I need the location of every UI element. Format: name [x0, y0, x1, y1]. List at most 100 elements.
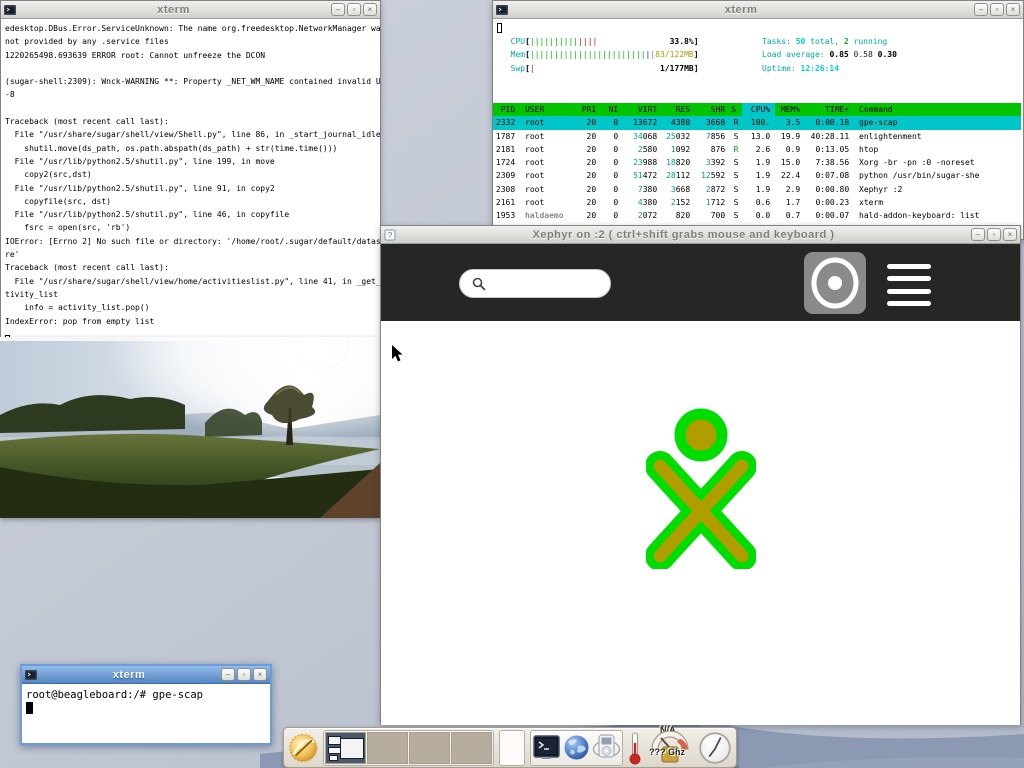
htop-cell: 1787	[493, 130, 520, 143]
htop-cell: haldaemo	[520, 209, 577, 222]
htop-cell: 18820	[662, 156, 695, 169]
htop-cell: R	[730, 116, 742, 129]
cpufreq-gadget[interactable]: ??? Ghz	[647, 731, 693, 765]
htop-cell: S	[730, 130, 742, 143]
htop-screen[interactable]: CPU[|||||||||||||| 33.8%] Mem[||||||||||…	[493, 19, 1023, 238]
maximize-button[interactable]: ▫	[347, 3, 361, 16]
close-button[interactable]: ×	[1006, 3, 1020, 16]
htop-cell: 7:38.56	[805, 156, 854, 169]
htop-cell: 3.5	[775, 116, 805, 129]
temperature-gadget[interactable]: N/A	[628, 731, 642, 765]
minimize-button[interactable]: –	[974, 3, 988, 16]
pager-desktop-3[interactable]	[409, 732, 450, 764]
terminal-output-log[interactable]: edesktop.DBus.Error.ServiceUnknown: The …	[1, 19, 380, 337]
htop-process-row[interactable]: 2308 root20 0 7380 3668 2872 S1.9 2.9 0:…	[493, 183, 1021, 196]
htop-process-row[interactable]: 1724 root20 0 23988 18820 3392 S1.9 15.0…	[493, 156, 1021, 169]
htop-column-header[interactable]: Command	[854, 103, 1021, 116]
htop-cell: 28112	[662, 169, 695, 182]
maximize-button[interactable]: ▫	[987, 228, 1001, 241]
mem-meter: Mem[||||||||||||||||||||||||||83/122MB]	[501, 48, 699, 61]
htop-cell: 2.6	[742, 143, 775, 156]
terminal-launcher-icon[interactable]	[532, 733, 561, 762]
xo-buddy-button[interactable]	[804, 252, 866, 314]
maximize-button[interactable]: ▫	[990, 3, 1004, 16]
window-xephyr-sugar[interactable]: ? Xephyr on :2 ( ctrl+shift grabs mouse …	[380, 225, 1021, 725]
search-icon	[472, 277, 486, 291]
htop-column-header[interactable]: PRI	[577, 103, 601, 116]
htop-column-header[interactable]: PID	[493, 103, 520, 116]
globe-browser-icon[interactable]	[562, 733, 591, 762]
titlebar-xephyr[interactable]: ? Xephyr on :2 ( ctrl+shift grabs mouse …	[381, 226, 1020, 244]
htop-cell: python /usr/bin/sugar-she	[854, 169, 1021, 182]
minimize-button[interactable]: –	[331, 3, 345, 16]
htop-cell: 4380	[662, 116, 695, 129]
htop-cell: 3392	[695, 156, 730, 169]
htop-cell: 1.9	[742, 156, 775, 169]
close-button[interactable]: ×	[253, 668, 267, 681]
launcher-icons	[530, 730, 623, 766]
uptime-line: Uptime: 12:26:14	[762, 62, 897, 75]
htop-column-header[interactable]: RES	[662, 103, 695, 116]
empty-shelf-slot[interactable]	[499, 730, 525, 766]
htop-column-header[interactable]: TIME+	[805, 103, 854, 116]
htop-cell: 34068	[623, 130, 662, 143]
swap-meter: Swp[| 1/177MB]	[501, 62, 699, 75]
htop-cell: 20	[577, 183, 601, 196]
htop-process-row[interactable]: 2161 root20 0 4380 2152 1712 S0.6 1.7 0:…	[493, 196, 1021, 209]
htop-process-row[interactable]: 2309 root20 0 51472 28112 12592 S1.9 22.…	[493, 169, 1021, 182]
minimize-button[interactable]: –	[971, 228, 985, 241]
xephyr-window-icon: ?	[384, 229, 396, 241]
htop-column-header[interactable]: NI	[601, 103, 623, 116]
titlebar-xterm-active[interactable]: xterm – ▫ ×	[22, 666, 270, 684]
maximize-button[interactable]: ▫	[237, 668, 251, 681]
htop-cell: 20	[577, 143, 601, 156]
menu-icon[interactable]	[887, 264, 931, 306]
landscape-photo[interactable]	[0, 337, 380, 518]
pager-desktop-2[interactable]	[367, 732, 408, 764]
pager-desktop-4[interactable]	[451, 732, 492, 764]
enlightenment-start-button[interactable]	[288, 731, 318, 765]
terminal-shell[interactable]: root@beagleboard:/# gpe-scap	[22, 684, 270, 741]
search-input[interactable]	[492, 278, 592, 290]
sugar-home-canvas[interactable]	[381, 321, 1020, 725]
htop-cell: hald-addon-keyboard: list	[854, 209, 1021, 222]
htop-cell: root	[520, 130, 577, 143]
minimize-button[interactable]: –	[221, 668, 235, 681]
htop-cell: 1.9	[742, 169, 775, 182]
htop-cell: 2309	[493, 169, 520, 182]
htop-cell: 0:13.05	[805, 143, 854, 156]
window-xterm-log[interactable]: xterm – ▫ × edesktop.DBus.Error.ServiceU…	[0, 0, 381, 337]
window-xterm-htop[interactable]: xterm – ▫ × CPU[|||||||||||||| 33.8%] Me…	[492, 0, 1024, 240]
media-player-icon[interactable]	[592, 733, 621, 762]
htop-cell: 0.6	[742, 196, 775, 209]
close-button[interactable]: ×	[1003, 228, 1017, 241]
window-xterm-active[interactable]: xterm – ▫ × root@beagleboard:/# gpe-scap	[20, 664, 272, 745]
htop-process-row[interactable]: 1953 haldaemo20 0 2072 820 700 S0.0 0.7 …	[493, 209, 1021, 222]
close-button[interactable]: ×	[363, 3, 377, 16]
htop-cell: 0:00.80	[805, 183, 854, 196]
htop-process-row[interactable]: 2332 root20 0 13672 4380 3668 R100. 3.5 …	[493, 116, 1021, 129]
xo-logo	[646, 399, 756, 569]
htop-cell: root	[520, 116, 577, 129]
htop-cell: 13672	[623, 116, 662, 129]
htop-process-row[interactable]: 1787 root20 0 34068 25032 7856 S13.0 19.…	[493, 130, 1021, 143]
search-box[interactable]	[459, 269, 611, 298]
window-title: xterm	[16, 4, 331, 16]
htop-process-row[interactable]: 2181 root20 0 2580 1092 876 R2.6 0.9 0:1…	[493, 143, 1021, 156]
pager-desktop-1[interactable]	[325, 732, 366, 764]
htop-column-header[interactable]: SHR	[695, 103, 730, 116]
htop-cell: S	[730, 183, 742, 196]
htop-column-header[interactable]: VIRT	[623, 103, 662, 116]
htop-column-header[interactable]: S	[730, 103, 742, 116]
htop-cell: 51472	[623, 169, 662, 182]
htop-column-header[interactable]: USER	[520, 103, 577, 116]
htop-column-header[interactable]: CPU%	[742, 103, 775, 116]
htop-cell: 19.9	[775, 130, 805, 143]
htop-cell: 0:00.18	[805, 116, 854, 129]
htop-cell: S	[730, 209, 742, 222]
titlebar-xterm-htop[interactable]: xterm – ▫ ×	[493, 1, 1023, 19]
analog-clock[interactable]	[698, 729, 732, 767]
htop-cell: S	[730, 169, 742, 182]
titlebar-xterm-log[interactable]: xterm – ▫ ×	[1, 1, 380, 19]
htop-column-header[interactable]: MEM%	[775, 103, 805, 116]
